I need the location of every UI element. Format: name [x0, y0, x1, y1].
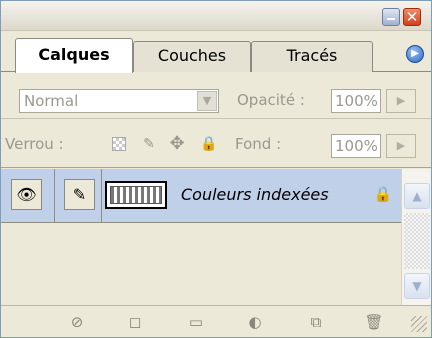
lock-row: Verrou : ✎ ✥ 🔒 Fond : 100% ▶	[1, 120, 431, 168]
blend-row: Normal ▼ Opacité : 100% ▶	[1, 73, 431, 119]
eye-icon[interactable]: 👁	[11, 179, 42, 210]
layer-name: Couleurs indexées	[181, 185, 329, 204]
title-bar: ✕	[1, 1, 431, 31]
lock-position-icon[interactable]: ✥	[167, 134, 187, 154]
layer-thumbnail	[105, 181, 167, 209]
blend-mode-value: Normal	[24, 92, 79, 110]
adjustment-layer-icon[interactable]: ◐	[242, 310, 268, 334]
scroll-track[interactable]	[404, 213, 430, 269]
scroll-down-icon[interactable]: ▼	[404, 273, 430, 299]
layer-list: 👁 ✎ Couleurs indexées 🔒 ▲ ▼	[1, 169, 431, 305]
opacity-label: Opacité :	[237, 91, 305, 109]
minimize-icon[interactable]	[382, 8, 400, 26]
opacity-field[interactable]: 100%	[331, 89, 381, 113]
close-button[interactable]: ✕	[403, 8, 421, 26]
divider	[101, 169, 102, 223]
chevron-down-icon[interactable]: ▼	[197, 91, 217, 111]
divider	[54, 169, 55, 223]
new-layer-icon[interactable]: ⧉	[303, 310, 329, 334]
layer-style-icon[interactable]: ⊘	[64, 310, 90, 334]
arrow-right-icon: ▶	[411, 48, 419, 59]
fill-label: Fond :	[235, 135, 282, 153]
bottom-toolbar: ⊘ ◻ ▭ ◐ ⧉ 🗑	[1, 305, 431, 337]
scrollbar[interactable]: ▲ ▼	[401, 169, 431, 305]
tab-couches[interactable]: Couches	[133, 41, 251, 72]
opacity-stepper[interactable]: ▶	[386, 89, 416, 113]
new-group-icon[interactable]: ▭	[183, 310, 209, 334]
layers-palette: ✕ Calques Couches Tracés ▶ Normal ▼ Opac…	[0, 0, 432, 338]
resize-grip[interactable]	[411, 316, 427, 332]
blend-mode-select[interactable]: Normal ▼	[19, 89, 219, 113]
tab-traces[interactable]: Tracés	[251, 41, 373, 72]
close-icon: ✕	[405, 8, 419, 26]
padlock-icon: 🔒	[373, 185, 393, 203]
tab-strip: Calques Couches Tracés ▶	[1, 32, 431, 73]
layer-row[interactable]: 👁 ✎ Couleurs indexées 🔒	[1, 169, 401, 223]
lock-pixels-icon[interactable]: ✎	[139, 134, 159, 154]
fill-field[interactable]: 100%	[331, 134, 381, 158]
lock-all-icon[interactable]: 🔒	[199, 134, 219, 154]
add-mask-icon[interactable]: ◻	[122, 310, 148, 334]
tab-calques[interactable]: Calques	[15, 38, 133, 73]
scroll-up-icon[interactable]: ▲	[404, 183, 430, 209]
trash-icon[interactable]: 🗑	[361, 310, 387, 334]
lock-label: Verrou :	[5, 135, 64, 153]
lock-transparency-icon[interactable]	[109, 134, 129, 154]
palette-menu-button[interactable]: ▶	[406, 45, 424, 63]
brush-icon[interactable]: ✎	[64, 179, 95, 210]
fill-stepper[interactable]: ▶	[386, 134, 416, 158]
